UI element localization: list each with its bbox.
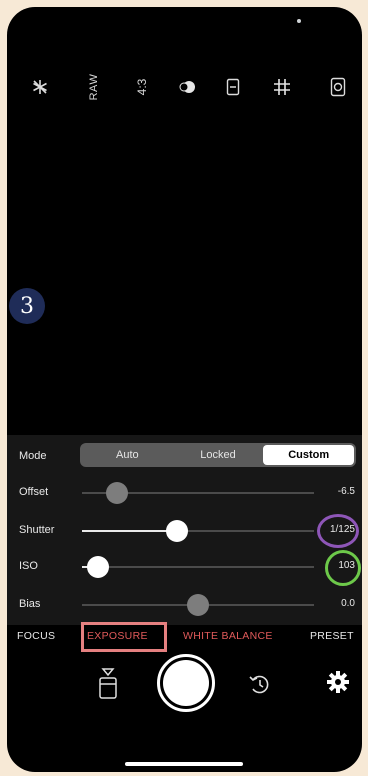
bias-value: 0.0 bbox=[341, 598, 355, 609]
tab-preset[interactable]: PRESET bbox=[310, 630, 354, 642]
bias-row: Bias 0.0 bbox=[7, 591, 362, 619]
mode-row: Mode Auto Locked Custom bbox=[7, 443, 362, 471]
settings-gear-icon[interactable] bbox=[325, 669, 351, 695]
camera-switch-icon[interactable] bbox=[95, 667, 121, 701]
self-timer-icon[interactable] bbox=[220, 67, 246, 107]
offset-value: -6.5 bbox=[337, 486, 355, 497]
exposure-compensation-icon[interactable] bbox=[175, 67, 201, 107]
status-dot bbox=[297, 19, 301, 23]
offset-slider-knob[interactable] bbox=[105, 482, 128, 504]
camera-app-screen: RAW 4:3 3 Mode Auto Locked Custom Offset bbox=[7, 7, 362, 772]
shutter-slider-knob[interactable] bbox=[166, 520, 189, 542]
top-toolbar: RAW 4:3 bbox=[7, 67, 362, 107]
step-number-badge: 3 bbox=[9, 288, 45, 324]
shutter-button-inner bbox=[163, 660, 209, 706]
home-indicator bbox=[125, 762, 243, 766]
tab-focus[interactable]: FOCUS bbox=[17, 630, 55, 642]
iso-slider-knob[interactable] bbox=[87, 556, 110, 578]
iso-row: ISO 103 bbox=[7, 550, 362, 586]
flash-off-icon[interactable] bbox=[27, 67, 53, 107]
mode-segmented-control: Auto Locked Custom bbox=[80, 443, 356, 467]
exposure-tab-highlight bbox=[81, 622, 167, 652]
mode-auto-button[interactable]: Auto bbox=[82, 445, 173, 465]
bias-slider-knob[interactable] bbox=[187, 594, 209, 616]
mode-label: Mode bbox=[19, 450, 47, 462]
exposure-controls-panel: Mode Auto Locked Custom Offset -6.5 Shut… bbox=[7, 435, 362, 625]
mode-custom-button[interactable]: Custom bbox=[263, 445, 355, 465]
offset-row: Offset -6.5 bbox=[7, 479, 362, 507]
raw-toggle[interactable]: RAW bbox=[74, 72, 114, 102]
control-tabs: FOCUS EXPOSURE WHITE BALANCE PRESET bbox=[7, 627, 362, 649]
aspect-ratio-toggle[interactable]: 4:3 bbox=[122, 72, 162, 102]
tab-white-balance[interactable]: WHITE BALANCE bbox=[183, 630, 273, 642]
offset-label: Offset bbox=[19, 486, 49, 498]
reset-icon[interactable] bbox=[247, 671, 273, 697]
shutter-slider-track[interactable] bbox=[82, 530, 314, 532]
iso-label: ISO bbox=[19, 560, 38, 572]
shutter-label: Shutter bbox=[19, 524, 55, 536]
shutter-row: Shutter 1/125 bbox=[7, 514, 362, 548]
shutter-button[interactable] bbox=[157, 654, 215, 712]
iso-slider-track[interactable] bbox=[82, 566, 314, 568]
shutter-value-highlight bbox=[317, 514, 359, 548]
mode-locked-button[interactable]: Locked bbox=[173, 445, 264, 465]
iso-value-highlight bbox=[325, 550, 361, 586]
bias-label: Bias bbox=[19, 598, 41, 610]
lens-icon[interactable] bbox=[325, 67, 351, 107]
grid-icon[interactable] bbox=[269, 67, 295, 107]
shutter-slider-fill bbox=[82, 530, 178, 532]
bias-slider-fill bbox=[82, 604, 198, 606]
